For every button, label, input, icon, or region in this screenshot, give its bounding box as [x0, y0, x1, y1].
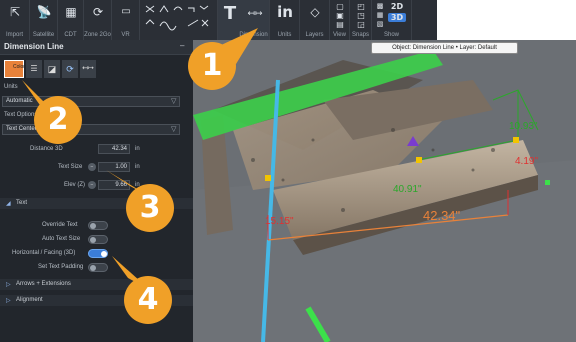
callout-pointers [22, 28, 258, 290]
callout-1: 1 [188, 42, 236, 90]
callout-4: 4 [124, 276, 172, 324]
callout-3: 3 [126, 184, 174, 232]
callout-2: 2 [34, 96, 82, 144]
